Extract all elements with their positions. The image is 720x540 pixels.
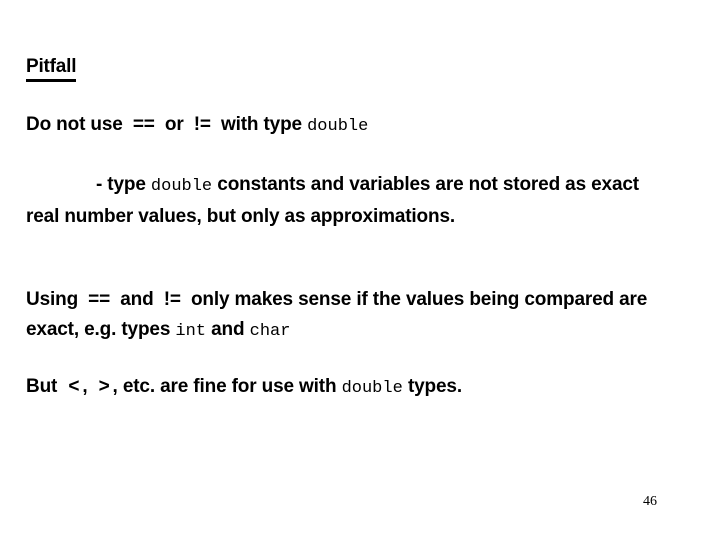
- paragraph-prefix: Using: [26, 289, 79, 310]
- paragraph-text: etc. are fine for use with: [122, 376, 337, 397]
- statement-prefix: Do not use: [26, 114, 123, 135]
- slide-canvas: Pitfall Do not use == or != with type do…: [0, 0, 720, 540]
- statement-line: Do not use == or != with type double: [26, 110, 686, 142]
- operator-equality: ==: [88, 289, 111, 310]
- paragraph-relational-ok: But <, >, etc. are fine for use with dou…: [26, 372, 696, 404]
- comma-separator: ,: [112, 376, 118, 397]
- paragraph-conjunction: and: [211, 319, 245, 340]
- paragraph-exact-types: Using == and != only makes sense if the …: [26, 285, 696, 347]
- operator-less-than: <: [68, 376, 80, 397]
- statement-mid: or: [164, 114, 184, 135]
- statement-suffix: with type: [220, 114, 302, 135]
- operator-equality: ==: [132, 114, 155, 135]
- operator-inequality: !=: [163, 289, 181, 310]
- page-title: Pitfall: [26, 56, 77, 82]
- code-token-double: double: [150, 177, 213, 196]
- comma-separator: ,: [82, 376, 88, 397]
- dash-prefix: - type: [96, 174, 146, 195]
- code-token-double: double: [307, 117, 369, 136]
- code-token-char: char: [249, 322, 291, 341]
- page-number: 46: [643, 494, 657, 509]
- code-token-double: double: [341, 379, 403, 398]
- operator-greater-than: >: [98, 376, 110, 397]
- paragraph-suffix: types.: [407, 376, 462, 397]
- operator-inequality: !=: [193, 114, 211, 135]
- paragraph-approximations: - type double constants and variables ar…: [26, 170, 671, 232]
- paragraph-prefix: But: [26, 376, 58, 397]
- title-underline: [26, 79, 77, 82]
- code-token-int: int: [175, 322, 206, 341]
- paragraph-mid: and: [120, 289, 154, 310]
- page-title-text: Pitfall: [26, 56, 77, 77]
